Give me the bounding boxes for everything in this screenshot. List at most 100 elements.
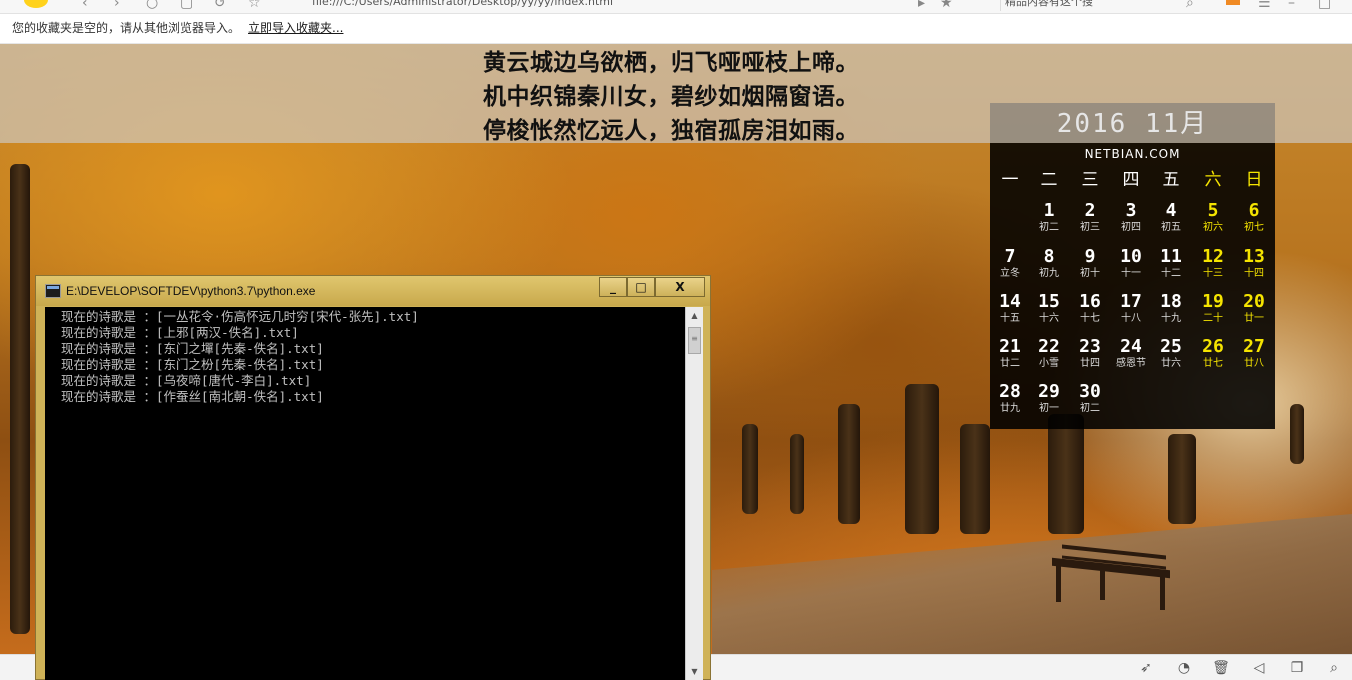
bookmarks-bar: 您的收藏夹是空的，请从其他浏览器导入。 立即导入收藏夹... bbox=[0, 14, 1352, 44]
calendar-day-cell: 11 十二 bbox=[1151, 246, 1191, 280]
calendar-day-cell: 16 十七 bbox=[1070, 291, 1110, 325]
scroll-up-arrow-icon[interactable]: ▲ bbox=[686, 307, 703, 324]
speaker-icon[interactable]: ◁ bbox=[1250, 659, 1268, 677]
calendar-day-number: 10 bbox=[1120, 246, 1142, 267]
console-app-icon[interactable] bbox=[45, 284, 61, 298]
scroll-thumb[interactable]: ≡ bbox=[688, 327, 701, 354]
calendar-lunar-date: 初二 bbox=[1080, 403, 1100, 414]
calendar-day-cell: 8 初九 bbox=[1029, 246, 1069, 280]
calendar-lunar-date: 初六 bbox=[1203, 222, 1223, 233]
browser-logo-icon[interactable] bbox=[24, 0, 48, 8]
import-bookmarks-link[interactable]: 立即导入收藏夹... bbox=[248, 21, 343, 35]
calendar-lunar-date: 十三 bbox=[1203, 268, 1223, 279]
console-line: 现在的诗歌是 ：[乌夜啼[唐代-李白].txt] bbox=[61, 373, 312, 388]
minimize-window-icon[interactable]: – bbox=[1288, 0, 1295, 10]
console-scrollbar[interactable]: ▲ ≡ ▼ bbox=[685, 307, 703, 680]
console-title: E:\DEVELOP\SOFTDEV\python3.7\python.exe bbox=[66, 284, 316, 298]
calendar-day-cell: 28 廿九 bbox=[990, 381, 1030, 415]
calendar-day-cell: 14 十五 bbox=[990, 291, 1030, 325]
calendar-lunar-date: 十九 bbox=[1161, 313, 1181, 324]
play-icon[interactable]: ▸ bbox=[918, 0, 925, 10]
calendar-day-number: 22 bbox=[1038, 336, 1060, 357]
weekday-header: 六 bbox=[1204, 170, 1222, 190]
poem-line-1: 黄云城边乌欲栖，归飞哑哑枝上啼。 bbox=[483, 50, 859, 76]
close-button[interactable]: X bbox=[655, 277, 705, 297]
calendar-day-cell: 29 初一 bbox=[1029, 381, 1069, 415]
calendar-header: 2016 11月 bbox=[990, 103, 1275, 143]
calendar-day-number: 5 bbox=[1207, 200, 1219, 221]
console-line: 现在的诗歌是 ：[东门之墠[先秦-佚名].txt] bbox=[61, 341, 324, 356]
calendar-day-cell: 5 初六 bbox=[1193, 200, 1233, 234]
trash-icon[interactable]: 🗑 bbox=[1212, 659, 1230, 677]
address-bar[interactable]: file:///C:/Users/Administrator/Desktop/y… bbox=[290, 0, 970, 11]
poem-line-2: 机中织锦秦川女，碧纱如烟隔窗语。 bbox=[483, 84, 859, 110]
console-output[interactable]: 现在的诗歌是 ：[一丛花令·伤高怀远几时穷[宋代-张先].txt] 现在的诗歌是 … bbox=[45, 307, 685, 680]
calendar-day-number: 18 bbox=[1160, 291, 1182, 312]
calendar-lunar-date: 初三 bbox=[1080, 222, 1100, 233]
console-titlebar[interactable]: E:\DEVELOP\SOFTDEV\python3.7\python.exe … bbox=[36, 276, 710, 306]
calendar-day-cell: 18 十九 bbox=[1151, 291, 1191, 325]
calendar-month-title: 2016 11月 bbox=[1056, 109, 1209, 139]
calendar-lunar-date: 廿九 bbox=[1000, 403, 1020, 414]
calendar-day-cell: 19 二十 bbox=[1193, 291, 1233, 325]
browser-statusbar: ➶ ◔ 🗑 ◁ ❐ ⌕ bbox=[711, 654, 1352, 680]
menu-icon[interactable]: ☰ bbox=[1258, 0, 1271, 10]
window-icon[interactable]: ❐ bbox=[1288, 659, 1306, 677]
apps-icon[interactable] bbox=[1226, 0, 1240, 5]
back-icon[interactable]: ‹ bbox=[82, 0, 88, 10]
zoom-icon[interactable]: ⌕ bbox=[1325, 659, 1343, 677]
weekday-header: 五 bbox=[1162, 170, 1180, 190]
calendar-lunar-date: 立冬 bbox=[1000, 268, 1020, 279]
calendar-day-number: 23 bbox=[1079, 336, 1101, 357]
calendar-day-number: 6 bbox=[1248, 200, 1260, 221]
calendar-day-cell: 12 十三 bbox=[1193, 246, 1233, 280]
undo-icon[interactable]: ↺ bbox=[214, 0, 226, 10]
calendar-lunar-date: 廿一 bbox=[1244, 313, 1264, 324]
calendar-day-number: 4 bbox=[1165, 200, 1177, 221]
calendar-lunar-date: 初十 bbox=[1080, 268, 1100, 279]
calendar-lunar-date: 初四 bbox=[1121, 222, 1141, 233]
search-box[interactable]: 精品内容有这个搜 bbox=[1000, 0, 1200, 11]
python-console-window[interactable]: E:\DEVELOP\SOFTDEV\python3.7\python.exe … bbox=[35, 275, 711, 680]
calendar-day-cell: 9 初十 bbox=[1070, 246, 1110, 280]
calendar-day-cell: 10 十一 bbox=[1111, 246, 1151, 280]
calendar-day-cell: 27 廿八 bbox=[1234, 336, 1274, 370]
forward-icon[interactable]: › bbox=[114, 0, 120, 10]
weekday-header: 四 bbox=[1122, 170, 1140, 190]
maximize-icon: □ bbox=[635, 280, 647, 294]
calendar-lunar-date: 小雪 bbox=[1039, 358, 1059, 369]
minimize-button[interactable]: _ bbox=[599, 277, 627, 297]
statusbar-left bbox=[0, 654, 35, 680]
calendar-lunar-date: 十七 bbox=[1080, 313, 1100, 324]
rocket-icon[interactable]: ➶ bbox=[1137, 659, 1155, 677]
refresh-icon[interactable]: ○ bbox=[146, 0, 158, 10]
maximize-button[interactable]: □ bbox=[627, 277, 655, 297]
close-icon: X bbox=[675, 280, 685, 294]
calendar-day-number: 26 bbox=[1202, 336, 1224, 357]
calendar-day-number: 2 bbox=[1084, 200, 1096, 221]
calendar-day-number: 24 bbox=[1120, 336, 1142, 357]
minimize-icon: _ bbox=[610, 280, 616, 294]
home-icon[interactable]: ▢ bbox=[180, 0, 193, 10]
calendar-day-number: 29 bbox=[1038, 381, 1060, 402]
calendar-day-number: 25 bbox=[1160, 336, 1182, 357]
calendar-lunar-date: 初九 bbox=[1039, 268, 1059, 279]
calendar-day-cell: 17 十八 bbox=[1111, 291, 1151, 325]
calendar-lunar-date: 十一 bbox=[1121, 268, 1141, 279]
speedometer-icon[interactable]: ◔ bbox=[1175, 659, 1193, 677]
bookmarks-empty-message: 您的收藏夹是空的，请从其他浏览器导入。 bbox=[12, 21, 241, 35]
calendar-lunar-date: 十四 bbox=[1244, 268, 1264, 279]
search-icon[interactable]: ⌕ bbox=[1186, 0, 1194, 10]
calendar-lunar-date: 廿六 bbox=[1161, 358, 1181, 369]
calendar-day-number: 15 bbox=[1038, 291, 1060, 312]
console-line: 现在的诗歌是 ：[一丛花令·伤高怀远几时穷[宋代-张先].txt] bbox=[61, 309, 419, 324]
favorite-star-icon[interactable]: ☆ bbox=[248, 0, 261, 10]
bookmark-star-icon[interactable]: ★ bbox=[940, 0, 953, 10]
calendar-day-number: 7 bbox=[1004, 246, 1016, 267]
calendar-day-cell: 4 初五 bbox=[1151, 200, 1191, 234]
calendar-day-cell: 22 小雪 bbox=[1029, 336, 1069, 370]
calendar-day-cell: 25 廿六 bbox=[1151, 336, 1191, 370]
calendar-day-cell: 3 初四 bbox=[1111, 200, 1151, 234]
scroll-down-arrow-icon[interactable]: ▼ bbox=[686, 663, 703, 680]
maximize-window-icon[interactable]: □ bbox=[1318, 0, 1331, 10]
